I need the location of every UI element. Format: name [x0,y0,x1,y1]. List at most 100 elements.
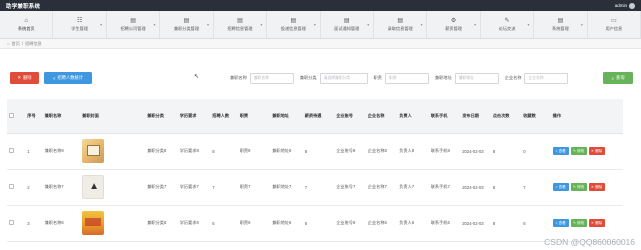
chevron-down-icon: ▼ [313,23,317,27]
row-actions: ⌕ 查看 ✎ 修改 ✕ 删除 [552,219,623,227]
chevron-down-icon: ▼ [419,23,424,27]
delete-row-button[interactable]: ✕ 删除 [588,183,605,191]
nav-item-8[interactable]: ⚙ 薪资管理 ▼ [427,11,481,38]
table-row: 3 兼职名称6 兼职分类6 学历要求6 6 职责6 兼职地址6 6 企业账号6 企业名称6 负责人6… [7,205,623,242]
column-header-14: 发布日期 [460,99,491,134]
delete-row-button[interactable]: ✕ 删除 [588,219,605,227]
search-button[interactable]: ⌕ 查询 [603,72,633,84]
watermark: CSDN @QQ860060016 [544,237,635,247]
nav-item-2[interactable]: ▤ 招聘公司管理 ▼ [107,11,161,38]
view-row-label: 查看 [558,148,566,153]
column-header-17: 操作 [550,99,623,134]
cell-count: 7 [210,169,238,206]
cell-company: 企业名称7 [365,169,398,206]
filter-input-3[interactable]: 兼职地址 [454,72,499,84]
student-icon: ☷ [76,18,83,24]
table-header-row: 序号 兼职名称 兼职封面 兼职分类 学历要求 招聘人数 职责 兼职地址 薪资待遇 企业账号 企业名称… [7,99,623,134]
cell-favs: 7 [521,169,551,206]
delete-button-label: 删除 [23,75,32,80]
nav-item-10[interactable]: ▤ 系统管理 ▼ [534,11,588,38]
edit-row-button[interactable]: ✎ 修改 [570,147,587,155]
admission-icon: ▤ [397,18,403,24]
view-row-button[interactable]: ⌕ 查看 [552,147,569,155]
cell-clicks: 8 [490,169,522,206]
row-checkbox[interactable] [9,220,14,225]
recruit-stat-button[interactable]: < 招聘人数统计 [44,72,92,84]
cell-index: 1 [25,133,43,170]
edit-row-label: 修改 [577,184,585,189]
cell-duty: 职责7 [237,169,271,206]
cell-favs: 6 [521,205,551,242]
chevron-down-icon: ▼ [366,23,370,27]
cell-edu: 学历要求7 [177,169,211,206]
chart-icon: < [52,75,56,81]
top-nav: ⌂ 系统首页 ☷ 学生管理 ▼ ▤ 招聘公司管理 ▼ ▤ 兼职分类管理 ▼ ▤ 招聘信息管理 ▼ ▤ 投递信息… [0,11,641,39]
edit-row-button[interactable]: ✎ 修改 [570,219,587,227]
user-info-icon: ▭ [611,18,617,24]
cell-date: 2024-02-03 [460,205,491,242]
nav-item-label: 面试通知管理 [334,26,360,31]
cell-phone: 联系手机8 [428,133,461,170]
mouse-cursor-icon: ↖ [194,74,200,80]
row-checkbox[interactable] [9,184,14,189]
interview-icon: ▤ [343,18,350,24]
filter-input-1[interactable]: 请选择兼职分类 [319,72,368,84]
view-icon: ⌕ [555,185,558,189]
edit-row-button[interactable]: ✎ 修改 [570,183,587,191]
nav-item-6[interactable]: ▤ 面试通知管理 ▼ [321,11,374,38]
cover-thumbnail [82,175,105,199]
cell-company: 企业名称8 [365,133,398,170]
cell-edu: 学历要求6 [177,205,211,242]
home-icon: ⌂ [24,18,29,24]
nav-item-5[interactable]: ▤ 投递信息管理 ▼ [267,11,321,38]
view-row-button[interactable]: ⌕ 查看 [552,219,569,227]
cell-contact: 负责人8 [397,133,429,170]
cell-date: 2024-02-03 [460,169,491,206]
nav-item-1[interactable]: ☷ 学生管理 ▼ [53,11,107,38]
filter-input-0[interactable]: 兼职名称 [249,72,294,84]
nav-item-label: 学生管理 [71,26,89,31]
delivery-icon: ▤ [290,18,297,24]
nav-item-0[interactable]: ⌂ 系统首页 [0,11,54,38]
nav-item-3[interactable]: ▤ 兼职分类管理 ▼ [160,11,214,38]
view-row-button[interactable]: ⌕ 查看 [552,183,569,191]
filter-input-2[interactable]: 职责 [384,72,429,84]
recruit-stat-label: 招聘人数统计 [57,75,84,80]
nav-item-label: 薪资管理 [445,26,462,31]
edit-icon: ✎ [573,149,577,153]
breadcrumb-home[interactable]: 首页 [12,41,20,47]
delete-icon: ✕ [591,221,595,225]
column-header-11: 企业名称 [365,99,398,134]
system-icon: ▤ [557,18,564,24]
company-icon: ▤ [130,18,136,24]
cell-cover [80,169,146,206]
cell-name: 兼职名称7 [42,169,81,206]
nav-item-9[interactable]: ✎ 论坛交流 ▼ [481,11,535,38]
nav-item-4[interactable]: ▤ 招聘信息管理 ▼ [214,11,268,38]
column-header-9: 薪资待遇 [302,99,335,134]
filter-input-4[interactable]: 企业名称 [524,72,569,84]
search-icon: ⌕ [611,75,614,81]
cell-duty: 职责8 [237,133,271,170]
cell-address: 兼职地址7 [270,169,303,206]
cell-account: 企业账号6 [334,205,366,242]
toolbar: ✕ 删除 < 招聘人数统计 ↖ 兼职名称 兼职名称 兼职分类 请选择兼职分类 职责 职责兼… [10,71,633,85]
column-header-4: 兼职分类 [145,99,178,134]
nav-item-label: 招聘信息管理 [227,26,253,31]
select-all-checkbox[interactable] [9,112,14,118]
nav-item-11[interactable]: ▭ 用户信息 [588,11,641,38]
row-checkbox[interactable] [9,148,14,153]
delete-button[interactable]: ✕ 删除 [10,72,39,84]
cell-name: 兼职名称8 [42,133,81,170]
nav-item-7[interactable]: ▤ 录取信息管理 ▼ [374,11,428,38]
delete-row-button[interactable]: ✕ 删除 [588,147,605,155]
recruit-table: 序号 兼职名称 兼职封面 兼职分类 学历要求 招聘人数 职责 兼职地址 薪资待遇 企业账号 企业名称… [7,99,623,242]
cell-category: 兼职分类8 [145,133,178,170]
filter-label-1: 兼职分类 [299,75,317,80]
trash-icon: ✕ [17,75,21,80]
app-title: 助学兼职系统 [6,3,41,10]
column-header-12: 负责人 [397,99,429,134]
user-menu[interactable]: admin [615,2,635,9]
search-filters: 兼职名称 兼职名称 兼职分类 请选择兼职分类 职责 职责 兼职地址 兼职地址 企业名称 企业名称 [230,71,574,85]
cell-date: 2024-02-03 [460,133,491,170]
